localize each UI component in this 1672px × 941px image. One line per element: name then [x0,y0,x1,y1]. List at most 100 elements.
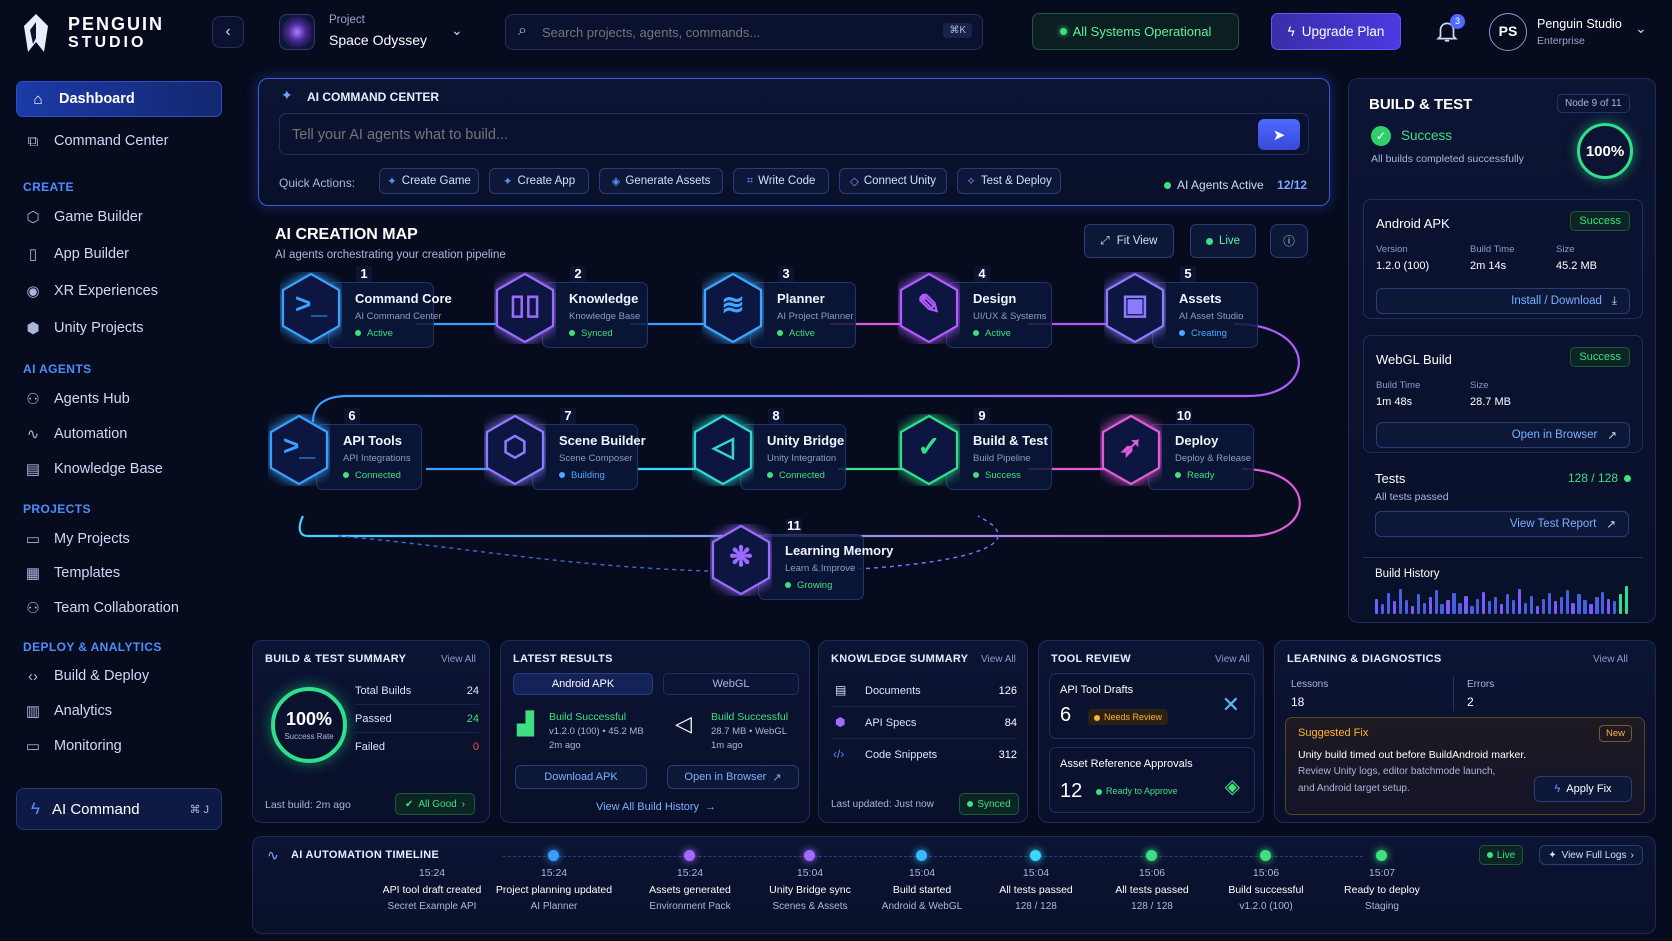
asset-approvals-card[interactable]: Asset Reference Approvals 12 Ready to Ap… [1049,747,1255,813]
card-number: 12 [1060,780,1083,802]
pipeline-node[interactable]: Deploy Deploy & Release Ready ➶ 10 [1100,408,1300,498]
view-all-link[interactable]: View All [981,654,1016,665]
open-in-browser-button[interactable]: Open in Browser ↗ [667,765,799,789]
pipeline-node[interactable]: API Tools API Integrations Connected >_ 6 [268,408,468,498]
pipeline-node[interactable]: Learning Memory Learn & Improve Growing ❋ 11 [710,518,910,608]
sidebar-item-knowledge-base[interactable]: ▤ Knowledge Base [22,454,222,484]
pipeline-node[interactable]: Scene Builder Scene Composer Building ⬡ 7 [484,408,684,498]
notifications-button[interactable]: 3 [1432,14,1465,48]
sidebar-label: XR Experiences [54,283,158,299]
user-menu[interactable]: PS Penguin Studio Enterprise ⌄ [1489,12,1659,52]
timeline-event[interactable]: 15:04 Unity Bridge sync Scenes & Assets [749,867,871,912]
brand-logo[interactable]: PENGUIN STUDIO [18,12,178,56]
timeline-event[interactable]: 15:06 Build successful v1.2.0 (100) [1205,867,1327,912]
pipeline-node[interactable]: Knowledge Knowledge Base Synced ▯▯ 2 [494,266,694,356]
sidebar-item-game-builder[interactable]: ⬡ Game Builder [22,202,222,232]
tab-android-apk[interactable]: Android APK [513,673,653,695]
sidebar-item-agents-hub[interactable]: ⚇ Agents Hub [22,384,222,414]
system-status-badge[interactable]: All Systems Operational [1032,13,1239,50]
sidebar-item-analytics[interactable]: ▥ Analytics [22,696,222,726]
sidebar-item-templates[interactable]: ▦ Templates [22,558,222,588]
unity-icon: ⬢ [26,320,40,337]
timeline-event[interactable]: 15:24 Assets generated Environment Pack [629,867,751,912]
quick-write-code[interactable]: ⌗ Write Code [733,168,829,194]
node-subtitle: UI/UX & Systems [973,311,1047,322]
timeline-event[interactable]: 15:07 Ready to deploy Staging [1321,867,1443,912]
quick-create-game[interactable]: ✦ Create Game [379,168,479,194]
history-bar [1511,600,1516,614]
event-time: 15:06 [1252,867,1280,879]
sidebar-item-monitoring[interactable]: ▭ Monitoring [22,731,222,761]
ai-command-button[interactable]: ϟ AI Command ⌘ J [16,788,222,830]
command-input[interactable] [292,124,1192,146]
all-good-badge[interactable]: ✔ All Good › [395,793,475,815]
version-value: 1.2.0 (100) [1376,260,1430,272]
quick-create-app[interactable]: ✦ Create App [489,168,589,194]
external-link-icon: ↗ [1606,519,1616,531]
pipeline-node[interactable]: Design UI/UX & Systems Active ✎ 4 [898,266,1098,356]
quick-connect-unity[interactable]: ◇ Connect Unity [839,168,947,194]
timeline-event[interactable]: 15:04 All tests passed 128 / 128 [975,867,1097,912]
collapse-sidebar-button[interactable]: ‹ [212,16,244,48]
sidebar-item-dashboard[interactable]: ⌂ Dashboard [16,81,222,117]
download-apk-button[interactable]: Download APK [515,765,647,789]
sidebar-item-build-deploy[interactable]: ‹› Build & Deploy [22,661,222,691]
view-test-report-button[interactable]: View Test Report ↗ [1375,511,1629,537]
last-build: Last build: 2m ago [265,799,351,811]
view-all-link[interactable]: View All [1593,654,1628,665]
penguin-logo-icon [24,14,48,52]
timeline-event[interactable]: 15:06 All tests passed 128 / 128 [1091,867,1213,912]
node-title: Deploy [1175,433,1219,448]
pipeline-node[interactable]: Unity Bridge Unity Integration Connected ◁ 8 [692,408,892,498]
send-button[interactable]: ➤ [1258,119,1300,150]
view-build-history-link[interactable]: View All Build History → [501,801,811,813]
timeline-dot [1146,850,1157,861]
pipeline-node[interactable]: Command Core AI Command Center Active >_ 1 [280,266,480,356]
tool-review: TOOL REVIEW View All API Tool Drafts 6 N… [1038,640,1264,823]
pipeline-node[interactable]: Assets AI Asset Studio Creating ▣ 5 [1104,266,1304,356]
upgrade-plan-button[interactable]: ϟ Upgrade Plan [1271,13,1401,50]
view-all-link[interactable]: View All [441,654,476,665]
api-tool-drafts-card[interactable]: API Tool Drafts 6 Needs Review ✕ [1049,673,1255,739]
build-desc: All builds completed successfully [1371,153,1524,165]
sidebar-item-xr-experiences[interactable]: ◉ XR Experiences [22,276,222,306]
knowledge-row[interactable]: ▤ Documents 126 [831,679,1017,707]
open-in-browser-button[interactable]: Open in Browser ↗ [1376,422,1630,448]
sidebar-item-automation[interactable]: ∿ Automation [22,419,222,449]
history-bar [1500,604,1504,614]
knowledge-row[interactable]: ‹/› Code Snippets 312 [831,743,1017,771]
tab-webgl[interactable]: WebGL [663,673,799,695]
search-bar[interactable]: ⌕ ⌘K [505,14,983,50]
apply-fix-button[interactable]: ϟ Apply Fix [1534,776,1632,802]
event-title: All tests passed [999,884,1073,896]
pipeline-node[interactable]: Planner AI Project Planner Active ≋ 3 [702,266,902,356]
pipeline-node[interactable]: Build & Test Build Pipeline Success ✓ 9 [898,408,1098,498]
sidebar-item-my-projects[interactable]: ▭ My Projects [22,524,222,554]
sidebar-item-unity-projects[interactable]: ⬢ Unity Projects [22,313,222,343]
sidebar-item-team-collaboration[interactable]: ⚇ Team Collaboration [22,593,222,623]
knowledge-row[interactable]: ⬢ API Specs 84 [831,711,1017,739]
quick-test-deploy[interactable]: ✧ Test & Deploy [957,168,1061,194]
timeline-event[interactable]: 15:24 Project planning updated AI Planner [493,867,615,912]
search-input[interactable] [542,21,922,43]
install-download-button[interactable]: Install / Download ⤓ [1376,288,1630,314]
status-dot [343,472,349,479]
unity-icon: ◇ [849,176,859,188]
timeline-event[interactable]: 15:24 API tool draft created Secret Exampl… [371,867,493,912]
command-input-box[interactable]: ➤ [279,113,1309,155]
sidebar-item-app-builder[interactable]: ▯ App Builder [22,239,222,269]
view-full-logs-button[interactable]: ✦ View Full Logs › [1539,845,1643,865]
timeline-live-badge[interactable]: Live [1479,845,1523,865]
sparkle-icon: ✦ [1548,849,1557,861]
view-all-link[interactable]: View All [1215,654,1250,665]
document-icon: ▤ [835,683,847,697]
node-subtitle: Scene Composer [559,453,633,464]
sidebar-item-command-center[interactable]: ⧉ Command Center [22,126,222,156]
node-number: 11 [786,518,802,534]
event-title: Assets generated [649,884,731,896]
timeline-event[interactable]: 15:04 Build started Android & WebGL [861,867,983,912]
summary-value: 0 [472,741,479,753]
project-selector[interactable]: Project Space Odyssey ⌄ [279,12,469,52]
event-time: 15:07 [1368,867,1396,879]
quick-generate-assets[interactable]: ◈ Generate Assets [599,168,723,194]
